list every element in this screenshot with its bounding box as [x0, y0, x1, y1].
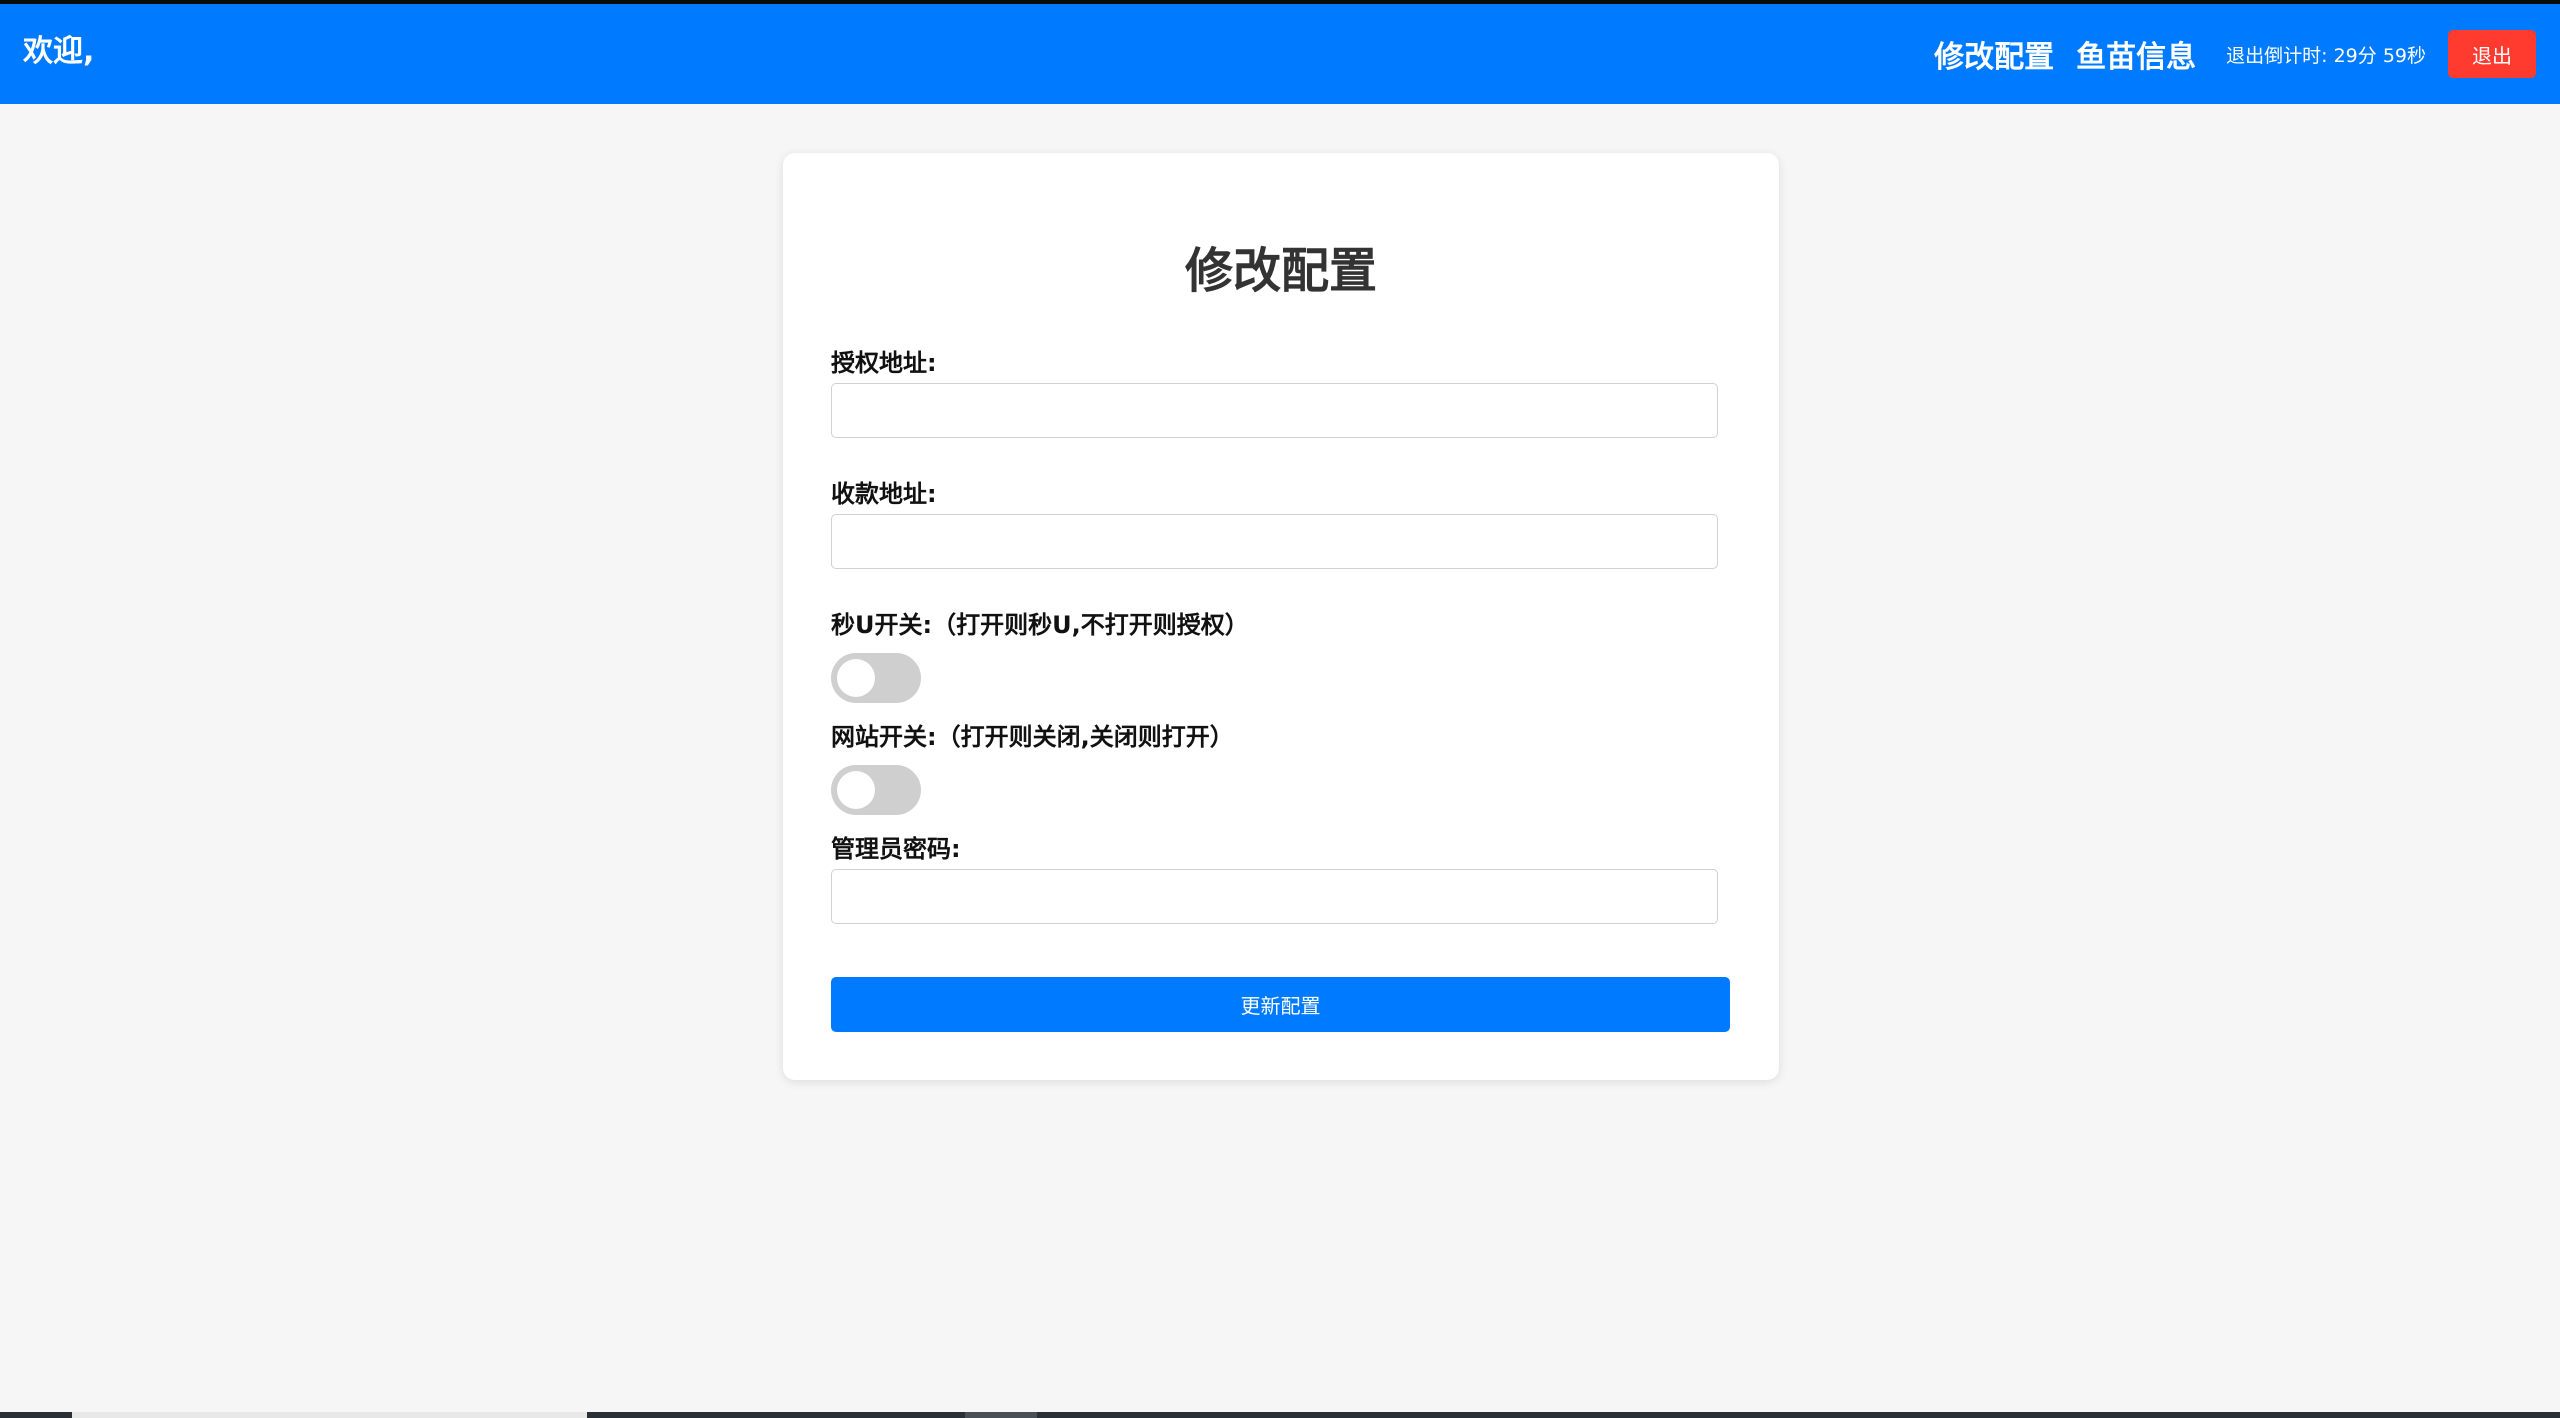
admin-password-label: 管理员密码:	[831, 835, 961, 863]
toggle-knob	[837, 659, 875, 697]
admin-password-input[interactable]	[831, 869, 1718, 924]
logout-button[interactable]: 退出	[2448, 30, 2536, 78]
taskbar-item[interactable]	[965, 1412, 1037, 1418]
nav-link-fish-info[interactable]: 鱼苗信息	[2076, 32, 2196, 76]
top-navbar: 欢迎, 修改配置 鱼苗信息 退出倒计时: 29分 59秒 退出	[0, 4, 2560, 104]
nav-link-edit-config[interactable]: 修改配置	[1934, 32, 2054, 76]
update-config-button[interactable]: 更新配置	[831, 977, 1730, 1032]
navbar-right-group: 修改配置 鱼苗信息 退出倒计时: 29分 59秒 退出	[1934, 28, 2536, 80]
toggle-knob	[837, 771, 875, 809]
welcome-text: 欢迎,	[23, 34, 95, 69]
logout-countdown: 退出倒计时: 29分 59秒	[2226, 44, 2426, 67]
auth-address-input[interactable]	[831, 383, 1718, 438]
payee-address-label: 收款地址:	[831, 480, 937, 508]
auth-address-label: 授权地址:	[831, 349, 937, 377]
site-switch-label: 网站开关:（打开则关闭,关闭则打开）	[831, 723, 1234, 751]
page-title: 修改配置	[1184, 243, 1377, 299]
taskbar-item[interactable]	[72, 1412, 587, 1418]
site-switch-toggle[interactable]	[831, 765, 921, 815]
payee-address-input[interactable]	[831, 514, 1718, 569]
config-card: 修改配置 授权地址: 收款地址: 秒U开关:（打开则秒U,不打开则授权） 网站开…	[783, 153, 1779, 1080]
instant-u-toggle[interactable]	[831, 653, 921, 703]
taskbar-strip	[0, 1412, 2560, 1418]
instant-u-switch-label: 秒U开关:（打开则秒U,不打开则授权）	[831, 611, 1249, 639]
